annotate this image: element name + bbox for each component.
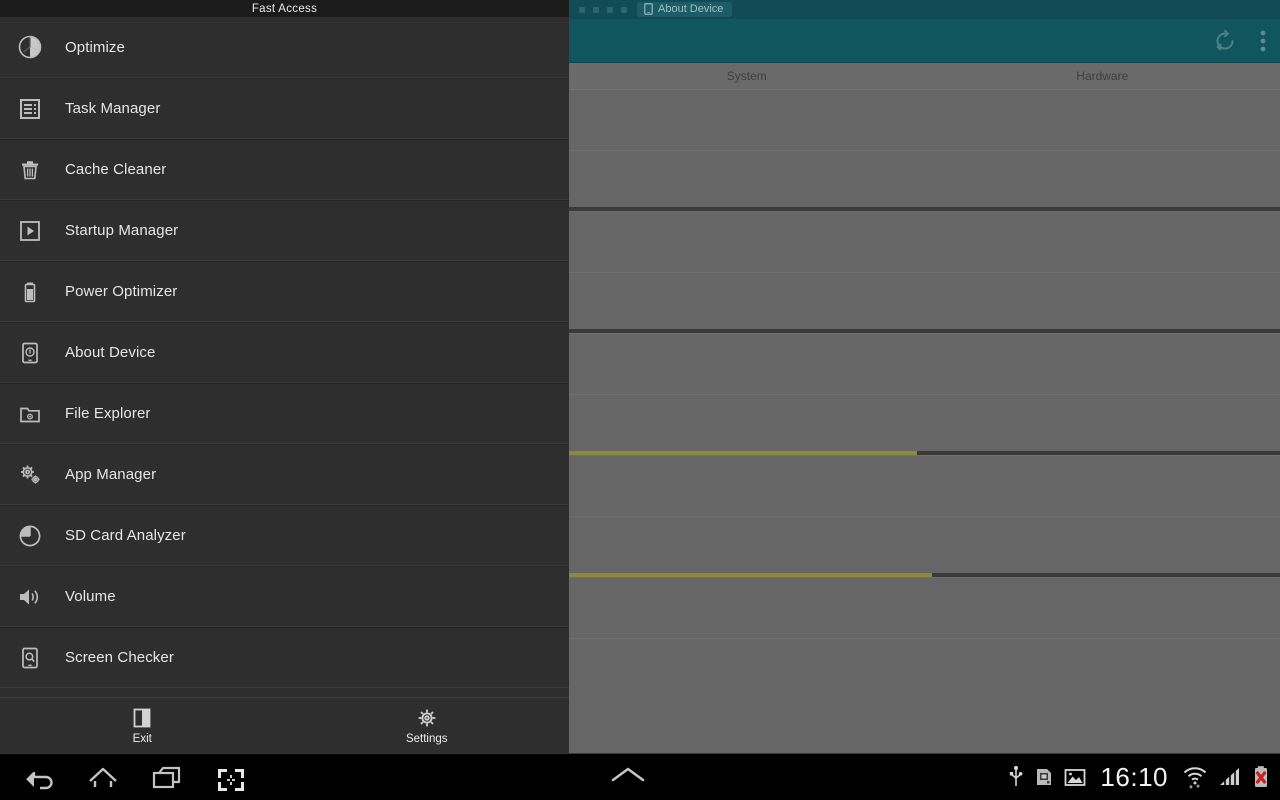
menu-item-label: App Manager bbox=[65, 466, 157, 483]
menu-item-volume[interactable]: Volume bbox=[0, 566, 569, 627]
overflow-menu-icon[interactable] bbox=[1260, 29, 1266, 53]
action-bar bbox=[569, 19, 1280, 63]
menu-item-startup-manager[interactable]: Startup Manager bbox=[0, 200, 569, 261]
fast-access-titlebar: Fast Access bbox=[0, 0, 569, 17]
info-row[interactable] bbox=[569, 151, 1280, 212]
tab-about-device[interactable]: About Device bbox=[637, 2, 733, 17]
info-row-progress bbox=[569, 207, 1280, 211]
menu-item-label: Cache Cleaner bbox=[65, 161, 167, 178]
back-arrow-icon[interactable] bbox=[22, 762, 56, 792]
menu-item-label: Startup Manager bbox=[65, 222, 179, 239]
pie-clock-icon bbox=[10, 27, 50, 67]
image-icon bbox=[1064, 766, 1086, 788]
tab-strip-dots bbox=[579, 6, 627, 13]
settings-label: Settings bbox=[405, 733, 448, 745]
gears-icon bbox=[10, 455, 50, 495]
list-document-icon bbox=[10, 89, 50, 129]
info-rows-list bbox=[569, 90, 1280, 639]
menu-item-power-optimizer[interactable]: Power Optimizer bbox=[0, 261, 569, 322]
menu-item-file-explorer[interactable]: File Explorer bbox=[0, 383, 569, 444]
menu-item-about-device[interactable]: About Device bbox=[0, 322, 569, 383]
info-row[interactable] bbox=[569, 456, 1280, 517]
sd-card-icon bbox=[1034, 766, 1054, 788]
system-tray: 16:10 bbox=[1008, 762, 1280, 793]
info-row-progress bbox=[569, 329, 1280, 333]
menu-item-label: File Explorer bbox=[65, 405, 151, 422]
info-row[interactable] bbox=[569, 578, 1280, 639]
progress-track bbox=[569, 207, 1280, 211]
pie-chart-icon bbox=[10, 516, 50, 556]
menu-item-label: Power Optimizer bbox=[65, 283, 178, 300]
menu-item-label: Task Manager bbox=[65, 100, 161, 117]
info-row-progress bbox=[569, 451, 1280, 455]
menu-item-screen-checker[interactable]: Screen Checker bbox=[0, 627, 569, 688]
settings-button[interactable]: Settings bbox=[285, 698, 570, 753]
about-device-panel: About Device System Hardware bbox=[569, 0, 1280, 753]
fast-access-panel: Fast Access Optimize Task Manager Cache … bbox=[0, 0, 569, 753]
tab-hardware-label: Hardware bbox=[1076, 69, 1129, 83]
fast-access-menu-list: Optimize Task Manager Cache Cleaner Star… bbox=[0, 17, 569, 696]
info-row-progress bbox=[569, 634, 1280, 638]
nav-buttons-group bbox=[0, 762, 248, 792]
usb-icon bbox=[1008, 765, 1024, 789]
progress-fill bbox=[569, 451, 918, 455]
signal-bars-icon bbox=[1218, 766, 1242, 788]
folder-gear-icon bbox=[10, 394, 50, 434]
gear-icon bbox=[415, 706, 439, 730]
info-row[interactable] bbox=[569, 90, 1280, 151]
notification-handle[interactable] bbox=[248, 764, 1008, 791]
info-row[interactable] bbox=[569, 334, 1280, 395]
exit-label: Exit bbox=[132, 733, 152, 745]
tab-system[interactable]: System bbox=[569, 63, 925, 89]
info-row-progress bbox=[569, 390, 1280, 394]
menu-item-label: Volume bbox=[65, 588, 116, 605]
status-clock: 16:10 bbox=[1100, 761, 1168, 792]
battery-error-icon bbox=[1252, 765, 1270, 789]
menu-item-sd-card-analyzer[interactable]: SD Card Analyzer bbox=[0, 505, 569, 566]
chevron-up-icon bbox=[609, 764, 647, 791]
home-icon[interactable] bbox=[86, 762, 120, 792]
page-title: Fast Access bbox=[251, 2, 318, 15]
info-row[interactable] bbox=[569, 273, 1280, 334]
info-row-progress bbox=[569, 512, 1280, 516]
info-row[interactable] bbox=[569, 517, 1280, 578]
progress-track bbox=[569, 329, 1280, 333]
trash-icon bbox=[10, 150, 50, 190]
speaker-icon bbox=[10, 577, 50, 617]
browser-tab-strip: About Device bbox=[569, 0, 1280, 19]
screen-search-icon bbox=[10, 638, 50, 678]
battery-icon bbox=[10, 272, 50, 312]
play-square-icon bbox=[10, 211, 50, 251]
info-row-progress bbox=[569, 146, 1280, 150]
info-row[interactable] bbox=[569, 395, 1280, 456]
recents-icon[interactable] bbox=[150, 762, 184, 792]
device-info-icon bbox=[10, 333, 50, 373]
progress-fill bbox=[569, 573, 932, 577]
info-row-progress bbox=[569, 573, 1280, 577]
menu-item-label: About Device bbox=[65, 344, 156, 361]
menu-item-label: Optimize bbox=[65, 38, 125, 56]
wifi-icon bbox=[1182, 765, 1208, 789]
screenshot-icon[interactable] bbox=[214, 762, 248, 792]
tab-system-label: System bbox=[726, 69, 767, 83]
tab-hardware[interactable]: Hardware bbox=[925, 63, 1280, 89]
menu-item-cache-cleaner[interactable]: Cache Cleaner bbox=[0, 139, 569, 200]
refresh-icon[interactable] bbox=[1212, 28, 1238, 54]
tab-label: About Device bbox=[658, 3, 724, 15]
info-row[interactable] bbox=[569, 212, 1280, 273]
menu-item-label: Screen Checker bbox=[65, 649, 174, 666]
exit-button[interactable]: Exit bbox=[0, 698, 285, 753]
system-navigation-bar: 16:10 bbox=[0, 753, 1280, 800]
section-tabs: System Hardware bbox=[569, 63, 1280, 90]
menu-item-app-manager[interactable]: App Manager bbox=[0, 444, 569, 505]
menu-item-optimize[interactable]: Optimize bbox=[0, 17, 569, 78]
menu-item-task-manager[interactable]: Task Manager bbox=[0, 78, 569, 139]
fast-access-bottom-actions: Exit Settings bbox=[0, 697, 569, 753]
screen-root: Fast Access Optimize Task Manager Cache … bbox=[0, 0, 1280, 800]
exit-door-icon bbox=[130, 706, 154, 730]
phone-icon bbox=[644, 3, 653, 15]
menu-item-label: SD Card Analyzer bbox=[65, 527, 186, 544]
info-row-progress bbox=[569, 268, 1280, 272]
